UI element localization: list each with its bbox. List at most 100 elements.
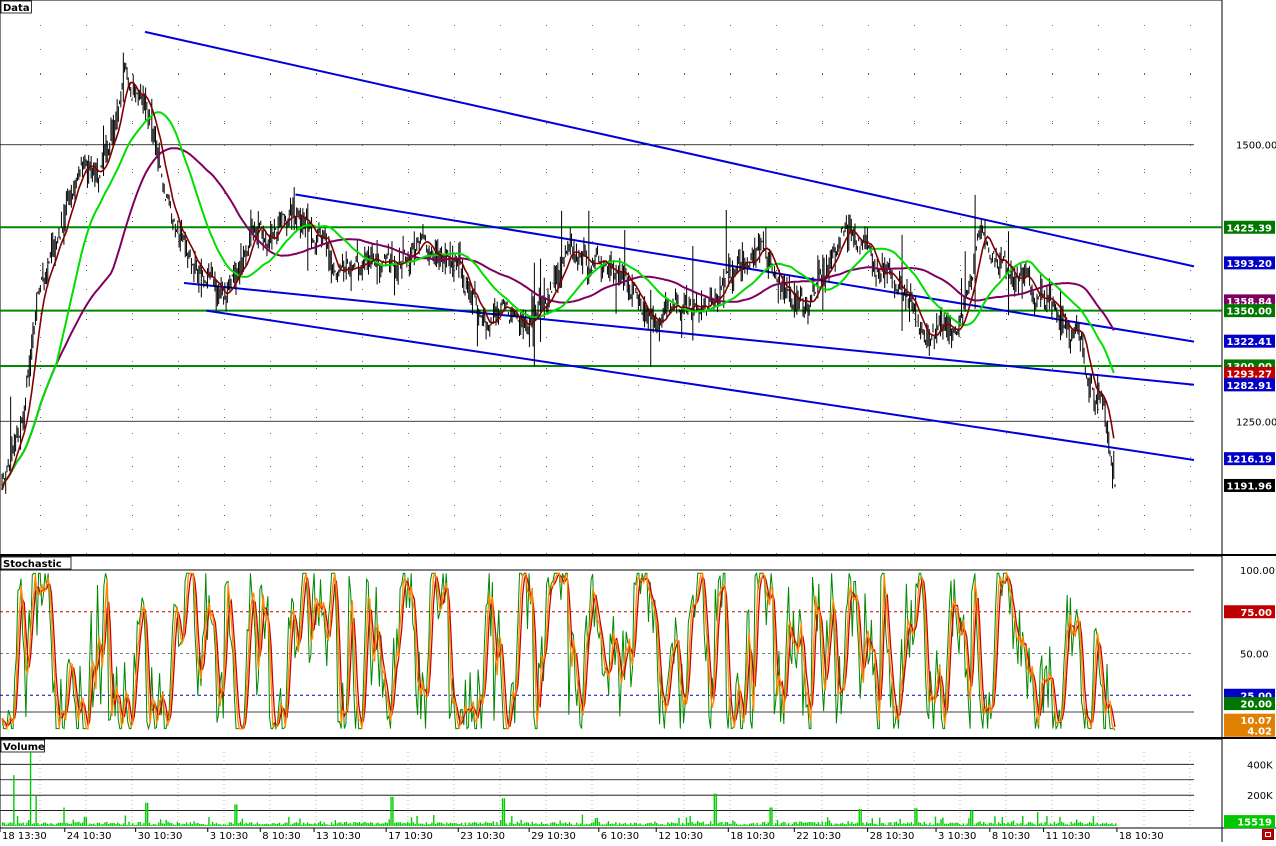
- volume-bar: [1022, 816, 1024, 826]
- x-tick-label: 23 10:30: [460, 831, 505, 842]
- volume-bar: [518, 823, 520, 826]
- volume-bar: [490, 823, 493, 826]
- volume-bar: [1066, 824, 1069, 826]
- volume-bar: [784, 822, 786, 826]
- volume-bar: [1072, 823, 1074, 826]
- volume-bar: [440, 822, 442, 826]
- volume-bar: [299, 818, 301, 826]
- volume-bar: [553, 822, 556, 826]
- volume-bar: [319, 821, 322, 826]
- x-tick-label: 29 10:30: [531, 831, 576, 842]
- volume-bar: [169, 822, 171, 826]
- volume-bar: [815, 823, 818, 826]
- volume-bar: [797, 823, 799, 826]
- volume-bar: [940, 819, 942, 826]
- volume-bar: [1016, 823, 1018, 826]
- volume-bar: [726, 822, 729, 826]
- volume-bar: [301, 824, 303, 826]
- volume-bar: [990, 822, 992, 826]
- volume-bar: [802, 822, 805, 826]
- volume-bar: [150, 824, 153, 826]
- svg-text:75.00: 75.00: [1240, 608, 1272, 619]
- volume-bar: [124, 815, 127, 826]
- volume-bar: [800, 821, 803, 826]
- volume-bar: [931, 824, 933, 826]
- volume-bar: [165, 819, 167, 826]
- volume-bar: [810, 822, 812, 826]
- volume-bar: [295, 822, 297, 826]
- volume-bar: [388, 819, 390, 826]
- volume-bar: [94, 824, 97, 826]
- volume-bar: [1018, 824, 1020, 826]
- volume-bar: [286, 822, 288, 826]
- volume-bar: [643, 825, 645, 826]
- volume-bar: [91, 823, 93, 826]
- volume-bar: [947, 823, 950, 826]
- volume-bar: [362, 822, 364, 826]
- volume-bar: [373, 824, 376, 826]
- volume-bar: [804, 822, 807, 826]
- volume-bar: [605, 823, 608, 826]
- volume-bar: [243, 824, 245, 826]
- volume-bar: [901, 824, 903, 826]
- volume-bar: [22, 822, 24, 826]
- volume-bar: [382, 823, 385, 826]
- volume-bar: [953, 823, 955, 826]
- volume-bar: [297, 823, 299, 826]
- volume-bar: [442, 823, 444, 826]
- volume-bar: [618, 822, 621, 826]
- volume-bar: [737, 824, 740, 826]
- volume-bar: [819, 824, 821, 826]
- volume-bar: [44, 822, 47, 826]
- volume-bar: [895, 821, 898, 826]
- volume-bar: [892, 824, 894, 826]
- volume-bar: [923, 821, 926, 826]
- x-tick-label: 6 10:30: [601, 831, 639, 842]
- volume-bar: [237, 823, 240, 826]
- volume-bar: [141, 824, 143, 826]
- volume-bar: [594, 818, 597, 826]
- volume-bar: [486, 822, 489, 826]
- volume-bar: [494, 825, 496, 826]
- volume-bar: [830, 823, 833, 826]
- volume-bar: [28, 820, 30, 826]
- volume-bar: [16, 815, 19, 826]
- volume-bar: [696, 820, 699, 826]
- volume-bar: [276, 823, 279, 826]
- volume-bar: [1081, 822, 1083, 826]
- volume-bar: [107, 824, 110, 826]
- volume-bar: [35, 795, 37, 826]
- volume-bar: [719, 822, 721, 826]
- volume-bar: [271, 823, 273, 826]
- volume-bar: [384, 822, 387, 826]
- volume-bar: [258, 823, 260, 826]
- volume-bar: [709, 821, 712, 826]
- maximize-icon[interactable]: [1262, 829, 1274, 840]
- volume-bar: [386, 823, 389, 826]
- volume-bar: [966, 823, 968, 826]
- volume-bar: [706, 824, 708, 826]
- volume-bar: [925, 823, 927, 826]
- volume-bar: [93, 823, 95, 826]
- volume-bar: [983, 821, 985, 826]
- volume-bar: [7, 823, 9, 826]
- volume-bar: [624, 822, 626, 826]
- volume-bar: [568, 822, 571, 826]
- volume-bar: [293, 822, 296, 826]
- volume-bar: [698, 822, 701, 826]
- volume-bar: [693, 823, 695, 826]
- svg-text:4.02: 4.02: [1247, 726, 1272, 737]
- volume-bar: [531, 821, 533, 826]
- volume-bar: [323, 822, 325, 826]
- price-label: 1393.20: [1224, 256, 1275, 270]
- volume-bar: [945, 823, 948, 826]
- volume-bar: [678, 817, 680, 826]
- volume-bar: [905, 823, 907, 826]
- volume-bar: [132, 823, 134, 826]
- chart-root: 1250.00 1500.00 1425.39 1393.20 1358.84 1350.…: [0, 0, 1276, 842]
- volume-bar: [210, 824, 212, 826]
- volume-bar: [466, 824, 468, 826]
- volume-bar: [836, 823, 838, 826]
- volume-bar: [882, 823, 885, 826]
- volume-bar: [841, 822, 844, 826]
